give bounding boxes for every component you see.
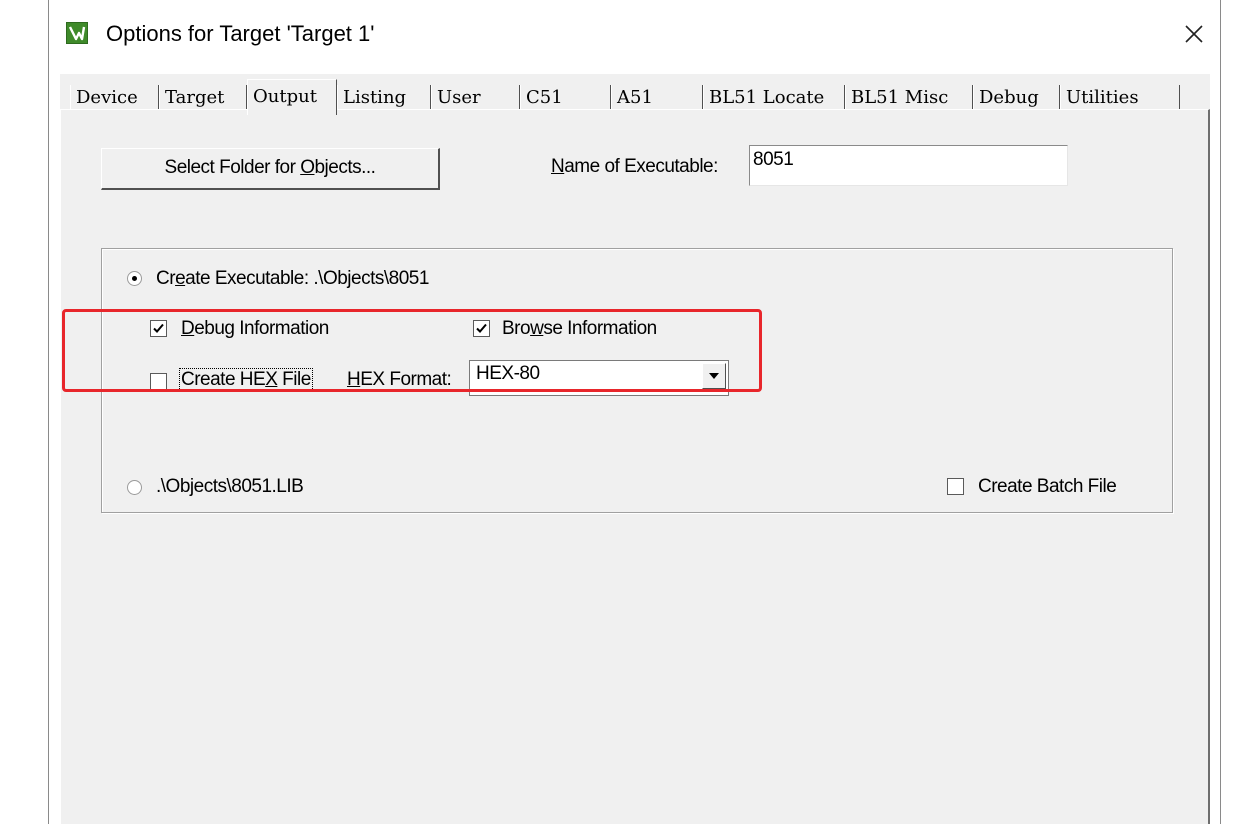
hex-file-mnemonic: X (265, 369, 278, 390)
create-exe-label-part: Cr (156, 268, 176, 289)
debug-information-label: Debug Information (181, 318, 329, 340)
create-batch-file-label: Create Batch File (978, 476, 1117, 497)
create-executable-label: Create Executable: .\Objects\8051 (156, 268, 429, 290)
title-bar: Options for Target 'Target 1' (49, 0, 1220, 70)
select-folder-mnemonic: O (300, 157, 315, 178)
hex-format-label-rest: EX Format: (360, 369, 452, 390)
close-icon (1185, 25, 1203, 43)
hex-format-select[interactable]: HEX-80 (469, 360, 729, 396)
close-button[interactable] (1168, 9, 1220, 59)
debug-information-checkbox[interactable] (150, 320, 167, 337)
hex-format-label: HEX Format: (347, 369, 452, 391)
hex-file-label-part: File (277, 369, 311, 390)
keil-uvision-icon (66, 22, 88, 44)
dropdown-arrow-button[interactable] (702, 363, 726, 389)
output-options-group: Create Executable: .\Objects\8051 Debug … (101, 248, 1173, 513)
create-executable-radio[interactable] (127, 271, 142, 286)
name-of-executable-input[interactable]: 8051 (749, 145, 1068, 186)
create-library-label: .\Objects\8051.LIB (156, 476, 304, 497)
checkmark-icon (153, 323, 164, 333)
browse-label-part: se Information (543, 318, 657, 339)
name-label-rest: ame of Executable: (564, 156, 718, 177)
name-mnemonic: N (551, 156, 565, 177)
focus-rectangle: Create HEX File (179, 368, 313, 391)
create-batch-file-checkbox[interactable] (947, 478, 964, 495)
create-library-radio[interactable] (127, 480, 142, 495)
hex-format-mnemonic: H (347, 369, 361, 390)
browse-mnemonic: w (530, 318, 544, 339)
browse-information-checkbox[interactable] (473, 320, 490, 337)
debug-mnemonic: D (181, 318, 195, 339)
hex-file-label-part: Create HE (181, 369, 266, 390)
output-tab-panel: Select Folder for Objects... Name of Exe… (60, 109, 1210, 824)
tab-output[interactable]: Output (247, 79, 337, 115)
create-exe-mnemonic: e (175, 268, 186, 289)
select-folder-label-part: bjects... (314, 157, 376, 178)
debug-label-rest: ebug Information (194, 318, 329, 339)
create-hex-file-checkbox[interactable] (150, 373, 167, 390)
select-folder-for-objects-button[interactable]: Select Folder for Objects... (101, 148, 440, 190)
select-folder-label-part: Select Folder for (164, 157, 301, 178)
create-exe-label-part: ate Executable: .\Objects\8051 (185, 268, 429, 289)
options-dialog-window: Options for Target 'Target 1' Device Tar… (48, 0, 1221, 824)
browse-label-part: Bro (502, 318, 531, 339)
dialog-body: Device Target Output Listing User C51 A5… (60, 74, 1210, 824)
name-of-executable-label: Name of Executable: (551, 156, 718, 178)
chevron-down-icon (709, 373, 719, 379)
create-hex-file-label: Create HEX File (179, 368, 313, 391)
radio-selected-dot (132, 276, 137, 281)
window-title: Options for Target 'Target 1' (106, 21, 375, 46)
hex-format-value: HEX-80 (476, 363, 540, 384)
browse-information-label: Browse Information (502, 318, 657, 340)
checkmark-icon (476, 323, 487, 333)
